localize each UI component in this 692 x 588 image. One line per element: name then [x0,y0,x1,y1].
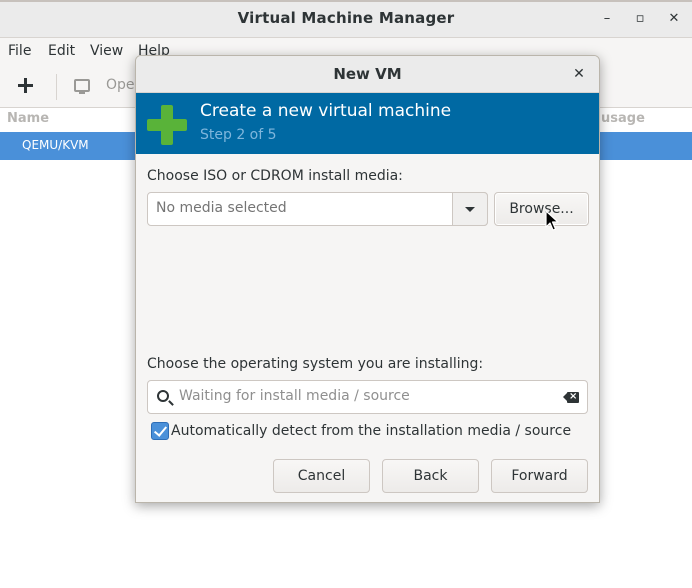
maximize-button[interactable]: ▫ [629,8,651,30]
new-vm-dialog: New VM ✕ Create a new virtual machine St… [135,55,600,503]
back-button[interactable]: Back [382,459,479,493]
install-media-input[interactable]: No media selected [156,200,287,216]
plus-icon [147,105,187,145]
wizard-title: Create a new virtual machine [200,101,452,121]
auto-detect-checkbox[interactable] [151,422,169,440]
clear-icon[interactable]: × [563,391,579,403]
dialog-titlebar: New VM ✕ [136,56,599,93]
install-media-combo[interactable]: No media selected [147,192,488,226]
mouse-pointer-icon [545,210,559,231]
new-vm-add-icon[interactable] [14,74,38,98]
connection-name: QEMU/KVM [22,138,89,152]
close-button[interactable]: ✕ [663,8,685,30]
cancel-button[interactable]: Cancel [273,459,370,493]
forward-button[interactable]: Forward [491,459,588,493]
column-usage[interactable]: usage [601,111,645,126]
os-label: Choose the operating system you are inst… [147,356,484,372]
menu-edit[interactable]: Edit [48,43,75,59]
open-button-label[interactable]: Ope [106,77,135,93]
main-window-title: Virtual Machine Manager [237,9,455,27]
dialog-close-button[interactable]: ✕ [569,64,589,84]
chevron-down-icon [465,207,475,212]
column-name[interactable]: Name [7,111,49,126]
dialog-title: New VM [333,65,402,83]
wizard-header: Create a new virtual machine Step 2 of 5 [136,93,599,154]
menu-file[interactable]: File [8,43,31,59]
browse-button[interactable]: Browse... [494,192,589,226]
install-media-label: Choose ISO or CDROM install media: [147,168,403,184]
media-dropdown-button[interactable] [452,192,488,226]
menu-view[interactable]: View [90,43,123,59]
monitor-icon[interactable] [74,79,90,94]
os-search-input[interactable]: Waiting for install media / source [179,388,410,404]
os-search-field[interactable]: Waiting for install media / source × [147,380,588,414]
toolbar-separator [56,74,57,100]
auto-detect-label[interactable]: Automatically detect from the installati… [171,423,571,439]
search-icon [157,390,169,402]
titlebar-accent [0,0,692,2]
wizard-step: Step 2 of 5 [200,127,277,143]
main-titlebar: Virtual Machine Manager – ▫ ✕ [0,0,692,38]
minimize-button[interactable]: – [596,8,618,30]
